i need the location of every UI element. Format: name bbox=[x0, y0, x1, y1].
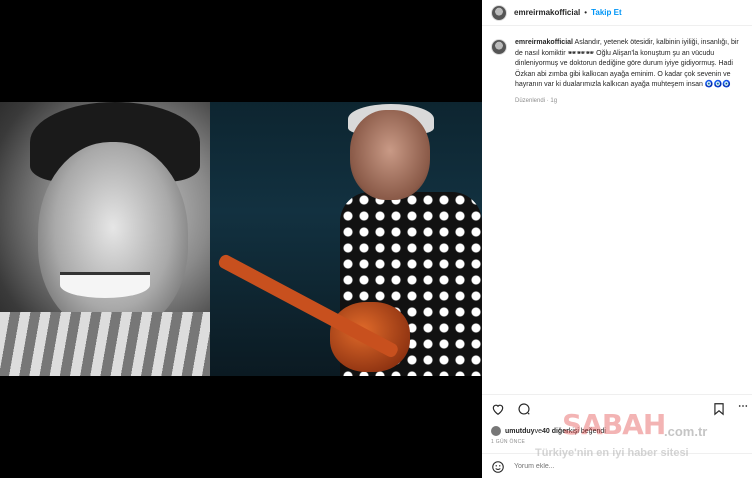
more-icon[interactable]: ⋯ bbox=[738, 401, 748, 412]
avatar[interactable] bbox=[491, 4, 507, 21]
watermark-domain: .com.tr bbox=[664, 424, 708, 439]
caption-body: Aslandır, yetenek ötesidir, kalbinin iyi… bbox=[515, 39, 739, 89]
liker-avatar[interactable] bbox=[491, 426, 501, 436]
photo-right-guitarist bbox=[210, 102, 482, 376]
watermark-brand: SABAH bbox=[562, 408, 666, 441]
follow-button[interactable]: Takip Et bbox=[591, 8, 622, 17]
caption-text: emreirmakofficial Aslandır, yetenek ötes… bbox=[515, 38, 746, 107]
comment-icon[interactable] bbox=[517, 402, 531, 416]
post-sidebar: emreirmakofficial • Takip Et emreirmakof… bbox=[482, 0, 752, 478]
separator-dot: • bbox=[584, 8, 588, 17]
action-icons bbox=[491, 402, 531, 416]
watermark-tagline: Türkiye'nin en iyi haber sitesi bbox=[535, 447, 689, 459]
caption-avatar[interactable] bbox=[491, 39, 507, 55]
caption-edited: Düzenlendi · 1g bbox=[515, 97, 558, 104]
liker-username[interactable]: umutduy bbox=[505, 428, 535, 435]
caption-username[interactable]: emreirmakofficial bbox=[515, 39, 573, 46]
heart-icon[interactable] bbox=[491, 402, 505, 416]
post-photo[interactable] bbox=[0, 102, 482, 376]
bookmark-icon[interactable] bbox=[712, 402, 726, 416]
emoji-icon[interactable] bbox=[491, 460, 505, 474]
post-header: emreirmakofficial • Takip Et bbox=[482, 0, 752, 26]
post-media bbox=[0, 0, 482, 478]
header-username[interactable]: emreirmakofficial bbox=[514, 8, 580, 17]
caption-block: emreirmakofficial Aslandır, yetenek ötes… bbox=[491, 38, 746, 107]
post-time: 1 GÜN ÖNCE bbox=[491, 439, 526, 445]
comment-input[interactable] bbox=[514, 463, 714, 470]
